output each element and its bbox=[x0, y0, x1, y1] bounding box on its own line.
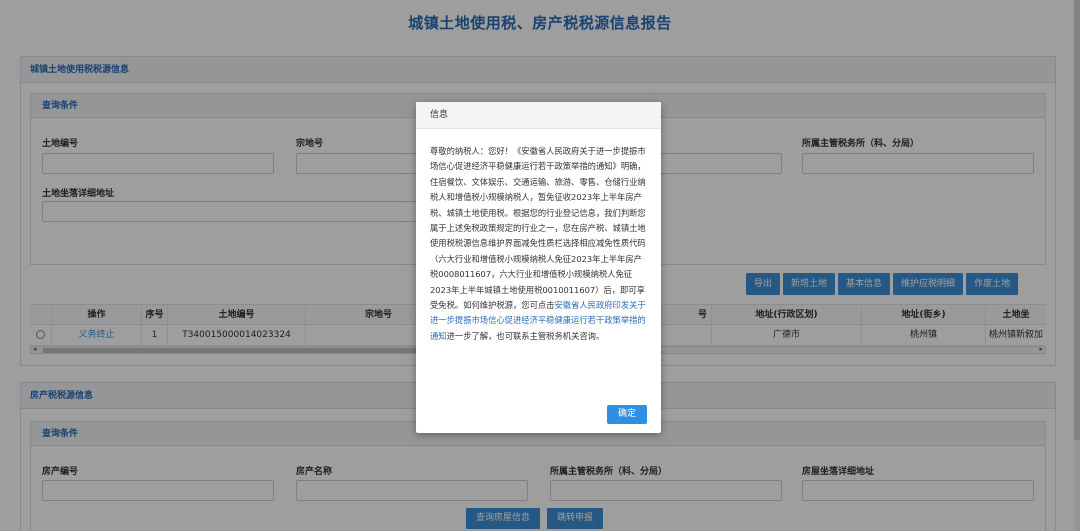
info-dialog: 信息 尊敬的纳税人：您好！《安徽省人民政府关于进一步提振市场信心促进经济平稳健康… bbox=[416, 102, 661, 433]
dialog-message-text: 尊敬的纳税人：您好！《安徽省人民政府关于进一步提振市场信心促进经济平稳健康运行若… bbox=[430, 146, 646, 311]
confirm-button[interactable]: 确定 bbox=[606, 405, 647, 424]
dialog-message-tail: 进一步了解，也可联系主管税务机关咨询。 bbox=[446, 330, 605, 341]
dialog-title: 信息 bbox=[416, 102, 661, 129]
dialog-message: 尊敬的纳税人：您好！《安徽省人民政府关于进一步提振市场信心促进经济平稳健康运行若… bbox=[430, 144, 650, 344]
